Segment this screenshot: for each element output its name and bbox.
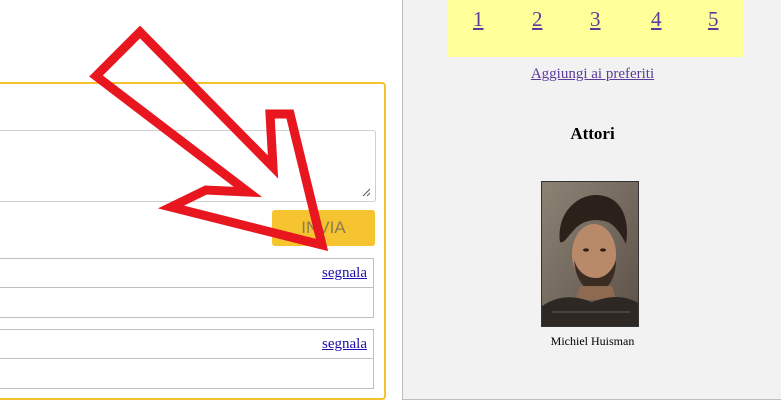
page-link-3[interactable]: 3 <box>590 7 601 32</box>
comment-divider <box>0 287 373 288</box>
add-to-favorites-link[interactable]: Aggiungi ai preferiti <box>403 66 781 83</box>
report-link[interactable]: segnala <box>322 336 367 353</box>
page-link-1[interactable]: 1 <box>473 7 484 32</box>
send-button[interactable]: INVIA <box>272 210 375 246</box>
resize-handle-icon[interactable] <box>361 187 371 197</box>
page-link-4[interactable]: 4 <box>651 7 662 32</box>
pagination: 1 2 3 4 5 <box>447 0 743 57</box>
sidebar-panel: 1 2 3 4 5 Aggiungi ai preferiti Attori M… <box>402 0 781 400</box>
page-link-2[interactable]: 2 <box>532 7 543 32</box>
actor-portrait-image <box>542 182 638 326</box>
comment-divider <box>0 358 373 359</box>
actor-name: Michiel Huisman <box>550 334 635 348</box>
comment-textarea[interactable] <box>0 130 376 202</box>
comment-item: segnala <box>0 329 374 389</box>
comment-item: segnala <box>0 258 374 318</box>
actor-photo[interactable] <box>541 181 639 327</box>
report-link[interactable]: segnala <box>322 265 367 282</box>
actors-heading: Attori <box>570 124 615 143</box>
page-link-5[interactable]: 5 <box>708 7 719 32</box>
